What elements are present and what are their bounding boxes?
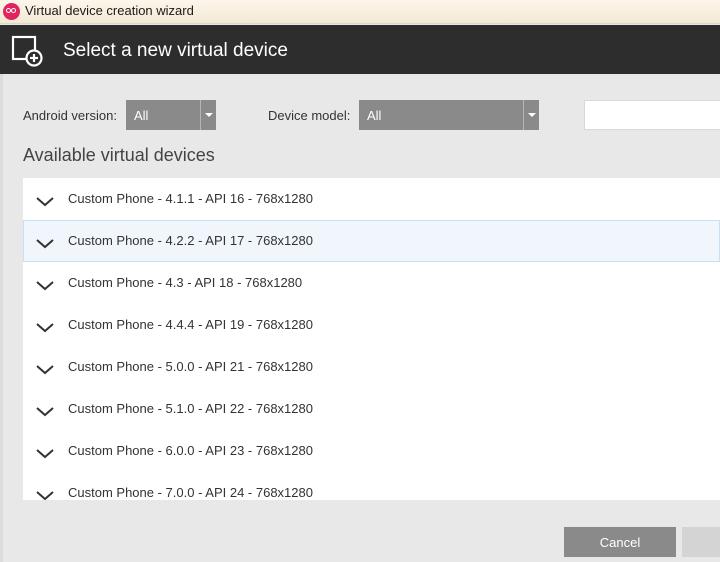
- chevron-down-icon[interactable]: [36, 197, 54, 207]
- android-version-value: All: [134, 108, 149, 123]
- list-item[interactable]: Custom Phone - 5.0.0 - API 21 - 768x1280: [23, 346, 720, 388]
- list-item-label: Custom Phone - 7.0.0 - API 24 - 768x1280: [68, 485, 313, 500]
- window-title: Virtual device creation wizard: [25, 3, 194, 18]
- list-item[interactable]: Custom Phone - 5.1.0 - API 22 - 768x1280: [23, 388, 720, 430]
- window-titlebar: Virtual device creation wizard: [0, 0, 720, 24]
- search-input[interactable]: [584, 100, 720, 130]
- chevron-down-icon[interactable]: [523, 100, 539, 130]
- list-item-label: Custom Phone - 4.2.2 - API 17 - 768x1280: [68, 233, 313, 248]
- section-title: Available virtual devices: [23, 145, 215, 165]
- chevron-down-icon[interactable]: [36, 323, 54, 333]
- page-title: Select a new virtual device: [63, 40, 288, 61]
- wizard-header: Select a new virtual device: [0, 25, 720, 74]
- list-item[interactable]: Custom Phone - 6.0.0 - API 23 - 768x1280: [23, 430, 720, 472]
- device-model-select[interactable]: All: [359, 100, 539, 130]
- list-item[interactable]: Custom Phone - 7.0.0 - API 24 - 768x1280: [23, 472, 720, 500]
- list-item-label: Custom Phone - 4.4.4 - API 19 - 768x1280: [68, 317, 313, 332]
- list-item-label: Custom Phone - 6.0.0 - API 23 - 768x1280: [68, 443, 313, 458]
- chevron-down-icon[interactable]: [36, 449, 54, 459]
- device-model-value: All: [367, 108, 382, 123]
- android-version-label: Android version:: [23, 108, 117, 123]
- device-model-label: Device model:: [268, 108, 351, 123]
- android-version-select[interactable]: All: [126, 100, 216, 130]
- app-logo-icon: [3, 3, 20, 20]
- list-item[interactable]: Custom Phone - 4.2.2 - API 17 - 768x1280: [23, 220, 720, 262]
- chevron-down-icon[interactable]: [36, 281, 54, 291]
- chevron-down-icon[interactable]: [36, 407, 54, 417]
- list-item[interactable]: Custom Phone - 4.1.1 - API 16 - 768x1280: [23, 178, 720, 220]
- list-item-label: Custom Phone - 5.0.0 - API 21 - 768x1280: [68, 359, 313, 374]
- chevron-down-icon[interactable]: [36, 239, 54, 249]
- cancel-button[interactable]: Cancel: [564, 527, 676, 557]
- list-item[interactable]: Custom Phone - 4.3 - API 18 - 768x1280: [23, 262, 720, 304]
- device-list[interactable]: Custom Phone - 4.1.1 - API 16 - 768x1280…: [23, 178, 720, 500]
- list-item[interactable]: Custom Phone - 4.4.4 - API 19 - 768x1280: [23, 304, 720, 346]
- add-device-icon: [11, 35, 43, 67]
- window-left-edge: [0, 74, 3, 562]
- list-item-label: Custom Phone - 4.3 - API 18 - 768x1280: [68, 275, 303, 290]
- chevron-down-icon[interactable]: [200, 100, 216, 130]
- list-item-label: Custom Phone - 4.1.1 - API 16 - 768x1280: [68, 191, 313, 206]
- chevron-down-icon[interactable]: [36, 491, 54, 500]
- chevron-down-icon[interactable]: [36, 365, 54, 375]
- next-button[interactable]: [682, 527, 720, 557]
- list-item-label: Custom Phone - 5.1.0 - API 22 - 768x1280: [68, 401, 313, 416]
